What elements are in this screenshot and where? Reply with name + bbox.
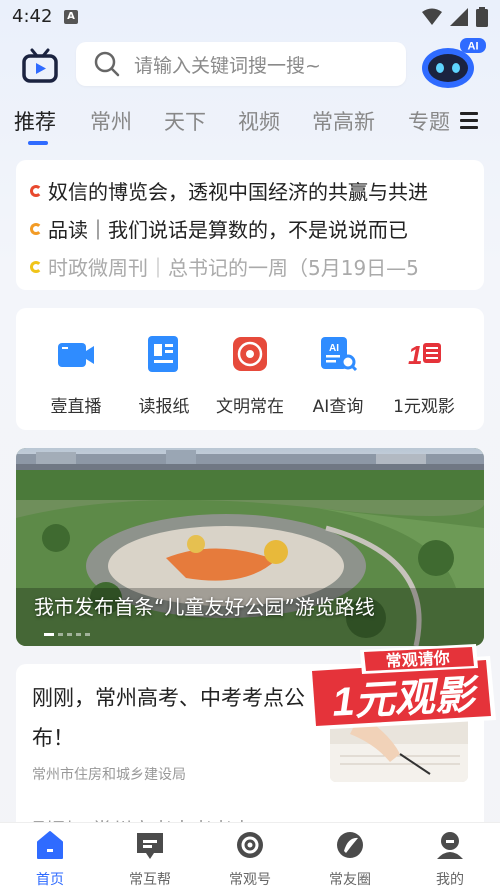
headline-text: 奴信的博览会，透视中国经济的共赢与共进 [48, 180, 428, 204]
svg-text:1: 1 [408, 340, 422, 370]
headline-bullet-icon [30, 260, 42, 273]
quick-label: 壹直播 [50, 397, 102, 417]
battery-icon [476, 7, 488, 27]
headline-item[interactable]: 奴信的博览会，透视中国经济的共赢与共进 [30, 176, 428, 205]
nav-channel[interactable]: 常观号 [210, 829, 290, 888]
nav-home[interactable]: 首页 [10, 829, 90, 888]
civilization-icon [233, 337, 267, 371]
one-yuan-promo-badge[interactable]: 常观请你 1元观影 [300, 638, 500, 732]
channel-icon [237, 832, 263, 858]
banner-caption: 我市发布首条“儿童友好公园”游览路线 [34, 595, 375, 619]
headline-text: 时政微周刊｜总书记的一周（5月19日—5 [48, 256, 419, 280]
headline-bullet-icon [30, 184, 42, 197]
tab-special[interactable]: 专题 [408, 106, 450, 136]
signal-icon [450, 8, 468, 26]
ai-assistant-button[interactable]: AI [420, 38, 486, 90]
article-title: 刚刚，常州高考、中考考点公布！ [32, 686, 305, 750]
headline-card: 奴信的博览会，透视中国经济的共赢与共进 品读｜我们说话是算数的，不是说说而已 时… [16, 160, 484, 290]
tab-indicator [28, 141, 48, 145]
notification-a-icon: A [64, 10, 78, 24]
search-input[interactable]: 请输入关键词搜一搜~ [76, 42, 406, 86]
tab-changzhou[interactable]: 常州 [90, 106, 132, 136]
status-bar: 4:42 A [0, 0, 500, 34]
headline-item[interactable]: 品读｜我们说话是算数的，不是说说而已 [30, 214, 408, 243]
nav-profile[interactable]: 我的 [410, 829, 490, 888]
quick-live[interactable]: 壹直播 [30, 334, 122, 417]
wifi-icon [422, 8, 442, 25]
headline-bullet-icon [30, 222, 42, 235]
headline-text: 品读｜我们说话是算数的，不是说说而已 [48, 218, 408, 242]
quick-label: AI查询 [312, 397, 364, 417]
channel-tabs: 推荐 常州 天下 视频 常高新 专题 [0, 100, 500, 150]
nav-help[interactable]: 常互帮 [110, 829, 190, 888]
promo-big-text: 1元观影 [331, 673, 481, 725]
header: 请输入关键词搜一搜~ AI [0, 38, 500, 94]
search-placeholder: 请输入关键词搜一搜~ [134, 54, 321, 77]
quick-civilization[interactable]: 文明常在 [204, 334, 296, 417]
quick-access-grid: 壹直播 读报纸 文明常在 AI AI查询 1 1元观影 [16, 308, 484, 430]
tab-changgaoxin[interactable]: 常高新 [312, 106, 375, 136]
article-source: 常州市住房和城乡建设局 [32, 767, 186, 783]
ai-search-icon: AI [321, 337, 358, 372]
ai-badge: AI [468, 41, 479, 53]
circle-icon [337, 832, 363, 858]
svg-text:AI: AI [329, 343, 339, 354]
quick-label: 1元观影 [393, 397, 455, 417]
status-time: 4:42 [12, 6, 53, 27]
newspaper-icon [148, 336, 178, 372]
menu-icon[interactable] [460, 112, 478, 129]
tab-video[interactable]: 视频 [238, 106, 280, 136]
quick-label: 读报纸 [138, 397, 190, 417]
home-icon [37, 831, 63, 859]
bottom-navigation: 首页 常互帮 常观号 常友圈 我的 [0, 822, 500, 888]
one-yuan-movie-icon: 1 [408, 340, 441, 370]
search-icon [94, 51, 120, 77]
help-chat-icon [137, 833, 163, 859]
tv-icon[interactable] [20, 46, 60, 86]
headline-item[interactable]: 时政微周刊｜总书记的一周（5月19日—5 [30, 252, 419, 281]
tab-world[interactable]: 天下 [164, 106, 206, 136]
nav-circle[interactable]: 常友圈 [310, 829, 390, 888]
tab-recommend[interactable]: 推荐 [14, 106, 56, 136]
quick-newspaper[interactable]: 读报纸 [118, 334, 210, 417]
status-icons [422, 7, 488, 27]
profile-icon [437, 832, 463, 859]
ai-robot-icon: AI [422, 38, 486, 88]
live-camera-icon [58, 343, 94, 367]
quick-one-yuan-movie[interactable]: 1 1元观影 [378, 334, 470, 417]
banner-carousel[interactable]: 我市发布首条“儿童友好公园”游览路线 [16, 448, 484, 646]
quick-label: 文明常在 [216, 397, 284, 417]
quick-ai-search[interactable]: AI AI查询 [292, 334, 384, 417]
carousel-indicator [44, 633, 90, 636]
